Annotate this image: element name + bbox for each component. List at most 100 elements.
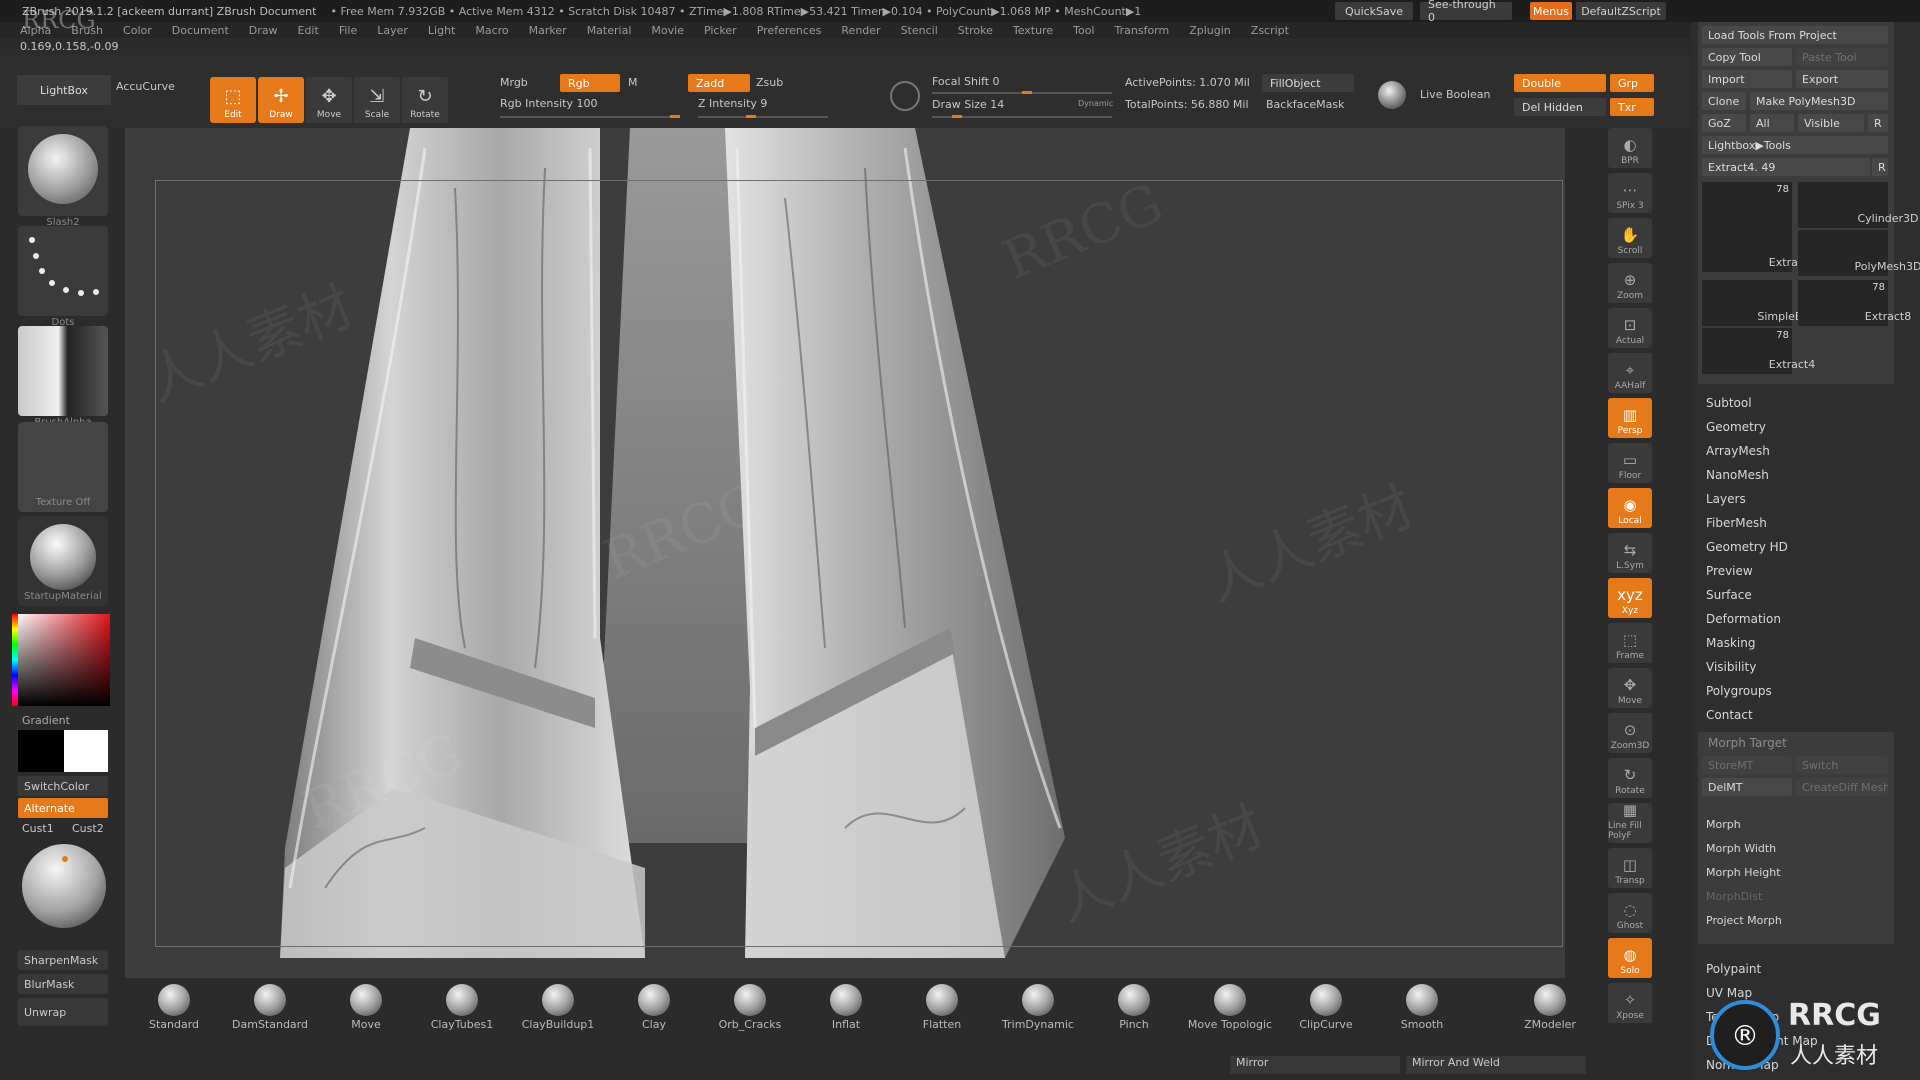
menu-transform[interactable]: Transform	[1115, 24, 1170, 37]
focal-icon[interactable]	[890, 81, 920, 111]
rgb-intensity-knob[interactable]	[670, 115, 680, 118]
tool-thumb-simplebrush[interactable]: SimpleBrush	[1702, 280, 1827, 326]
rgb-intensity-slider[interactable]: Rgb Intensity 100	[500, 97, 597, 110]
tool-thumb-polymesh3d[interactable]: PolyMesh3D	[1798, 230, 1920, 276]
tool-thumb-extract4[interactable]: 78 Extract4	[1702, 328, 1815, 374]
rgb-button[interactable]: Rgb	[560, 74, 620, 92]
color-picker[interactable]	[16, 614, 110, 706]
del-hidden-button[interactable]: Del Hidden	[1514, 98, 1606, 116]
brush-zmodeler[interactable]: ZModeler	[1505, 980, 1595, 1036]
switch-color-button[interactable]: SwitchColor	[18, 776, 108, 796]
brush-slot[interactable]: Slash2	[18, 126, 108, 228]
import-button[interactable]: Import	[1702, 70, 1792, 88]
menu-draw[interactable]: Draw	[249, 24, 278, 37]
paste-tool-button[interactable]: Paste Tool	[1796, 48, 1888, 66]
live-boolean-icon[interactable]	[1378, 81, 1406, 109]
cust2-button[interactable]: Cust2	[72, 822, 104, 835]
view-button-ghost[interactable]: ◌ Ghost	[1608, 893, 1652, 933]
move-button[interactable]: ✥ Move	[306, 77, 352, 123]
view-button-rotate[interactable]: ↻ Rotate	[1608, 758, 1652, 798]
subpalette-nanomesh[interactable]: NanoMesh	[1706, 468, 1769, 482]
sharpen-mask-button[interactable]: SharpenMask	[18, 950, 108, 970]
menu-zplugin[interactable]: Zplugin	[1189, 24, 1231, 37]
brush-smooth[interactable]: Smooth	[1377, 980, 1467, 1036]
view-button-move[interactable]: ✥ Move	[1608, 668, 1652, 708]
unwrap-button[interactable]: Unwrap	[18, 998, 108, 1026]
double-button[interactable]: Double	[1514, 74, 1606, 92]
menu-edit[interactable]: Edit	[298, 24, 319, 37]
subpalette-layers[interactable]: Layers	[1706, 492, 1746, 506]
subpalette-polygroups[interactable]: Polygroups	[1706, 684, 1772, 698]
edit-button[interactable]: ⬚ Edit	[210, 77, 256, 123]
make-polymesh-button[interactable]: Make PolyMesh3D	[1750, 92, 1888, 110]
hue-strip[interactable]	[12, 614, 18, 706]
menu-stroke[interactable]: Stroke	[958, 24, 993, 37]
default-zscript-button[interactable]: DefaultZScript	[1576, 2, 1666, 20]
brush-clay[interactable]: Clay	[609, 980, 699, 1036]
cust1-button[interactable]: Cust1	[22, 822, 54, 835]
draw-size-slider[interactable]: Draw Size 14	[932, 98, 1004, 111]
extract-tool-slider[interactable]: Extract4. 49	[1702, 158, 1870, 176]
menus-button[interactable]: Menus	[1530, 2, 1572, 20]
tool-thumb-cylinder3d[interactable]: Cylinder3D	[1798, 182, 1919, 228]
view-button-transp[interactable]: ◫ Transp	[1608, 848, 1652, 888]
view-button-persp[interactable]: ▥ Persp	[1608, 398, 1652, 438]
view-button-aahalf[interactable]: ⌖ AAHalf	[1608, 353, 1652, 393]
draw-button[interactable]: ✢ Draw	[258, 77, 304, 123]
subpalette-subtool[interactable]: Subtool	[1706, 396, 1752, 410]
z-intensity-knob[interactable]	[746, 115, 756, 118]
menu-macro[interactable]: Macro	[475, 24, 508, 37]
export-button[interactable]: Export	[1796, 70, 1888, 88]
menu-material[interactable]: Material	[587, 24, 632, 37]
texture-slot[interactable]: Texture Off	[18, 422, 108, 512]
view-button-frame[interactable]: ⬚ Frame	[1608, 623, 1652, 663]
gradient-label[interactable]: Gradient	[22, 714, 70, 727]
switch-button[interactable]: Switch	[1796, 756, 1888, 774]
menu-file[interactable]: File	[339, 24, 357, 37]
draw-size-knob[interactable]	[952, 115, 962, 118]
menu-layer[interactable]: Layer	[377, 24, 408, 37]
menu-movie[interactable]: Movie	[651, 24, 684, 37]
subpalette-visibility[interactable]: Visibility	[1706, 660, 1756, 674]
alpha-slot[interactable]: BrushAlpha	[18, 326, 108, 428]
view-button-local[interactable]: ◉ Local	[1608, 488, 1652, 528]
menu-stencil[interactable]: Stencil	[901, 24, 938, 37]
menu-document[interactable]: Document	[172, 24, 229, 37]
material-preview-sphere[interactable]	[22, 844, 106, 928]
brush-orb-cracks[interactable]: Orb_Cracks	[705, 980, 795, 1036]
menu-render[interactable]: Render	[841, 24, 880, 37]
morph-height-slider[interactable]: Morph Height	[1706, 866, 1781, 879]
focal-shift-knob[interactable]	[1022, 91, 1032, 94]
view-button-zoom[interactable]: ⊕ Zoom	[1608, 263, 1652, 303]
store-mt-button[interactable]: StoreMT	[1702, 756, 1792, 774]
light-position-icon[interactable]	[62, 856, 68, 862]
brush-damstandard[interactable]: DamStandard	[225, 980, 315, 1036]
see-through-slider[interactable]: See-through 0	[1420, 0, 1512, 24]
brush-pinch[interactable]: Pinch	[1089, 980, 1179, 1036]
blur-mask-button[interactable]: BlurMask	[18, 974, 108, 994]
goz-button[interactable]: GoZ	[1702, 114, 1746, 132]
txr-button[interactable]: Txr	[1610, 98, 1654, 116]
subpalette-surface[interactable]: Surface	[1706, 588, 1752, 602]
view-button-floor[interactable]: ▭ Floor	[1608, 443, 1652, 483]
view-button-actual[interactable]: ⊡ Actual	[1608, 308, 1652, 348]
brush-clipcurve[interactable]: ClipCurve	[1281, 980, 1371, 1036]
view-button-scroll[interactable]: ✋ Scroll	[1608, 218, 1652, 258]
menu-preferences[interactable]: Preferences	[757, 24, 822, 37]
view-button-l-sym[interactable]: ⇆ L.Sym	[1608, 533, 1652, 573]
copy-tool-button[interactable]: Copy Tool	[1702, 48, 1792, 66]
m-button[interactable]: M	[628, 76, 638, 89]
brush-claybuildup1[interactable]: ClayBuildup1	[513, 980, 603, 1036]
subpalette-arraymesh[interactable]: ArrayMesh	[1706, 444, 1770, 458]
secondary-color-swatch[interactable]	[18, 730, 64, 772]
subpalette-masking[interactable]: Masking	[1706, 636, 1755, 650]
view-button-bpr[interactable]: ◐ BPR	[1608, 128, 1652, 168]
menu-light[interactable]: Light	[428, 24, 455, 37]
create-diff-mesh-button[interactable]: CreateDiff Mesh	[1796, 778, 1888, 796]
z-intensity-slider[interactable]: Z Intensity 9	[698, 97, 767, 110]
fill-object-button[interactable]: FillObject	[1262, 74, 1354, 92]
view-button-zoom3d[interactable]: ⊙ Zoom3D	[1608, 713, 1652, 753]
menu-tool[interactable]: Tool	[1073, 24, 1094, 37]
all-button[interactable]: All	[1750, 114, 1794, 132]
accucurve-toggle[interactable]: AccuCurve	[116, 80, 175, 93]
